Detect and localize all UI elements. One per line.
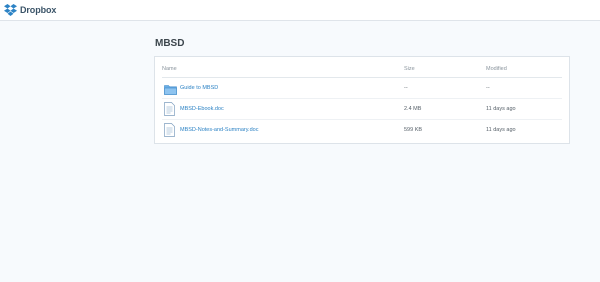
column-header-name[interactable]: Name [162, 66, 177, 72]
file-modified: 11 days ago [486, 127, 516, 133]
file-size: 2.4 MB [404, 106, 422, 112]
dropbox-logo[interactable]: Dropbox [4, 4, 56, 16]
file-modified: -- [486, 85, 490, 91]
column-header-size[interactable]: Size [404, 66, 415, 72]
document-icon [164, 123, 175, 142]
file-name-link[interactable]: Guide to MBSD [180, 85, 218, 91]
file-name-link[interactable]: MBSD-Ebook.doc [180, 106, 224, 112]
file-list-panel: Name Size Modified Guide to MBSD -- -- M… [154, 56, 570, 144]
file-size: -- [404, 85, 408, 91]
logo-text: Dropbox [20, 5, 57, 15]
folder-title: MBSD [155, 38, 185, 49]
file-name-link[interactable]: MBSD-Notes-and-Summary.doc [180, 127, 258, 133]
file-size: 599 KB [404, 127, 423, 133]
file-row-document[interactable]: MBSD-Notes-and-Summary.doc 599 KB 11 day… [162, 120, 562, 141]
column-header-modified[interactable]: Modified [486, 66, 507, 72]
top-bar: Dropbox [0, 0, 600, 21]
dropbox-box-icon [4, 4, 17, 16]
file-modified: 11 days ago [486, 106, 516, 112]
file-row-document[interactable]: MBSD-Ebook.doc 2.4 MB 11 days ago [162, 99, 562, 120]
file-row-folder[interactable]: Guide to MBSD -- -- [162, 78, 562, 99]
